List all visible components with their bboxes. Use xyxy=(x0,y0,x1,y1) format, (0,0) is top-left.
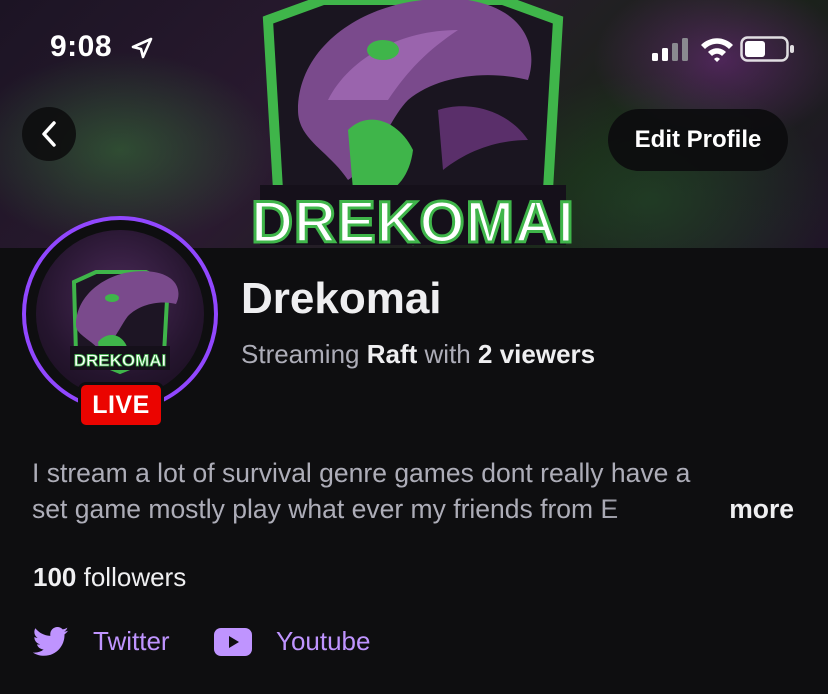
followers-count[interactable]: 100 followers xyxy=(33,562,186,593)
status-time: 9:08 xyxy=(50,30,113,63)
location-arrow-icon xyxy=(131,37,153,59)
twitter-icon xyxy=(33,626,69,656)
followers-label: followers xyxy=(83,562,187,592)
avatar-logo-text: DREKOMAI xyxy=(74,351,167,370)
followers-number: 100 xyxy=(33,562,77,592)
game-name[interactable]: Raft xyxy=(367,339,418,369)
social-link-twitter[interactable]: Twitter xyxy=(33,626,170,657)
avatar-logo: DREKOMAI xyxy=(70,270,179,375)
streaming-with: with xyxy=(424,339,471,369)
social-label-twitter: Twitter xyxy=(93,626,170,656)
status-bar: 9:08 xyxy=(0,0,828,96)
avatar: DREKOMAI xyxy=(36,230,204,398)
viewer-count: 2 viewers xyxy=(478,339,596,369)
social-label-youtube: Youtube xyxy=(276,626,371,656)
live-badge: LIVE xyxy=(78,382,164,428)
edit-profile-button[interactable]: Edit Profile xyxy=(608,109,788,171)
streaming-prefix: Streaming xyxy=(241,339,360,369)
cellular-signal-icon xyxy=(652,38,688,61)
back-button[interactable] xyxy=(22,107,76,161)
bio-line-2-wrap: set game mostly play what ever my friend… xyxy=(32,491,802,527)
battery-icon xyxy=(740,36,794,62)
bio-more-link[interactable]: more xyxy=(729,491,794,527)
wifi-icon xyxy=(701,38,733,62)
channel-name: Drekomai xyxy=(241,274,442,323)
streaming-status: Streaming Raft with 2 viewers xyxy=(241,339,595,370)
channel-bio: I stream a lot of survival genre games d… xyxy=(32,455,802,527)
bio-line-1: I stream a lot of survival genre games d… xyxy=(32,458,691,488)
banner-logo-text: DREKOMAI xyxy=(251,190,575,248)
social-link-youtube[interactable]: Youtube xyxy=(214,626,370,657)
chevron-left-icon xyxy=(42,121,56,147)
youtube-icon xyxy=(214,627,252,656)
